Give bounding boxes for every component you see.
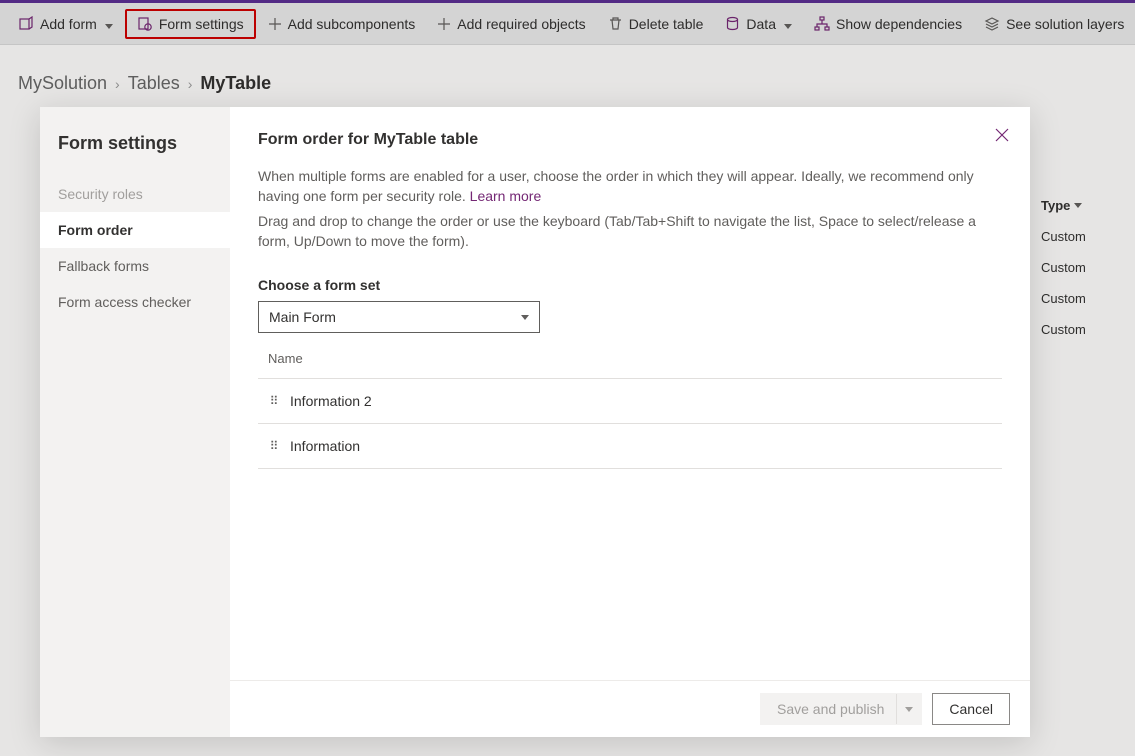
delete-table-button[interactable]: Delete table (598, 11, 714, 37)
data-button[interactable]: Data (715, 11, 802, 37)
chevron-down-icon (521, 315, 529, 320)
add-required-objects-label: Add required objects (457, 16, 585, 32)
delete-table-label: Delete table (629, 16, 704, 32)
breadcrumb: MySolution › Tables › MyTable (18, 73, 1135, 94)
add-form-icon (18, 16, 34, 32)
form-order-row[interactable]: ⠿ Information (258, 424, 1002, 469)
dialog-footer: Save and publish Cancel (230, 680, 1030, 737)
chevron-right-icon: › (115, 76, 120, 92)
toolbar: Add form Form settings Add subcomponents… (0, 3, 1135, 45)
chevron-down-icon (105, 16, 113, 32)
breadcrumb-root[interactable]: MySolution (18, 73, 107, 94)
see-solution-layers-button[interactable]: See solution layers (974, 11, 1134, 37)
sidebar-item-security-roles[interactable]: Security roles (40, 176, 230, 212)
chevron-down-icon (905, 707, 913, 712)
dialog-sidebar-title: Form settings (40, 127, 230, 176)
dependencies-icon (814, 16, 830, 32)
close-icon[interactable] (990, 123, 1014, 150)
dialog-title: Form order for MyTable table (258, 131, 1002, 149)
form-order-list: ⠿ Information 2 ⠿ Information (258, 378, 1002, 469)
plus-icon (268, 17, 282, 31)
form-settings-label: Form settings (159, 16, 244, 32)
background-table: Type Custom Custom Custom Custom (1041, 190, 1121, 345)
help-text-2: Drag and drop to change the order or use… (258, 212, 978, 251)
table-row[interactable]: Custom (1041, 283, 1121, 314)
form-order-row[interactable]: ⠿ Information 2 (258, 379, 1002, 424)
cancel-button[interactable]: Cancel (932, 693, 1010, 725)
table-row[interactable]: Custom (1041, 314, 1121, 345)
chevron-right-icon: › (188, 76, 193, 92)
add-subcomponents-button[interactable]: Add subcomponents (258, 11, 426, 37)
form-settings-dialog: Form settings Security roles Form order … (40, 107, 1030, 737)
show-dependencies-button[interactable]: Show dependencies (804, 11, 972, 37)
choose-form-set-label: Choose a form set (258, 277, 1002, 293)
add-form-button[interactable]: Add form (8, 11, 123, 37)
type-column-header[interactable]: Type (1041, 190, 1121, 221)
data-label: Data (746, 16, 776, 32)
add-required-objects-button[interactable]: Add required objects (427, 11, 595, 37)
form-name: Information 2 (290, 393, 372, 409)
layers-icon (984, 16, 1000, 32)
form-set-select[interactable]: Main Form (258, 301, 540, 333)
grip-icon[interactable]: ⠿ (268, 444, 278, 449)
breadcrumb-current: MyTable (200, 73, 271, 94)
breadcrumb-mid[interactable]: Tables (128, 73, 180, 94)
table-row[interactable]: Custom (1041, 221, 1121, 252)
sidebar-item-form-order[interactable]: Form order (40, 212, 230, 248)
trash-icon (608, 16, 623, 31)
form-settings-button[interactable]: Form settings (125, 9, 256, 39)
sidebar-item-form-access-checker[interactable]: Form access checker (40, 284, 230, 320)
dialog-sidebar: Form settings Security roles Form order … (40, 107, 230, 737)
data-icon (725, 16, 740, 31)
chevron-down-icon (1074, 203, 1082, 208)
grip-icon[interactable]: ⠿ (268, 399, 278, 404)
form-settings-icon (137, 16, 153, 32)
name-column-header: Name (258, 333, 1002, 378)
help-text-1: When multiple forms are enabled for a us… (258, 167, 978, 206)
table-row[interactable]: Custom (1041, 252, 1121, 283)
chevron-down-icon (784, 16, 792, 32)
form-name: Information (290, 438, 360, 454)
save-and-publish-button: Save and publish (760, 693, 922, 725)
learn-more-link[interactable]: Learn more (470, 188, 542, 204)
see-solution-layers-label: See solution layers (1006, 16, 1124, 32)
plus-icon (437, 17, 451, 31)
sidebar-item-fallback-forms[interactable]: Fallback forms (40, 248, 230, 284)
add-subcomponents-label: Add subcomponents (288, 16, 416, 32)
show-dependencies-label: Show dependencies (836, 16, 962, 32)
add-form-label: Add form (40, 16, 97, 32)
form-set-value: Main Form (269, 309, 336, 325)
